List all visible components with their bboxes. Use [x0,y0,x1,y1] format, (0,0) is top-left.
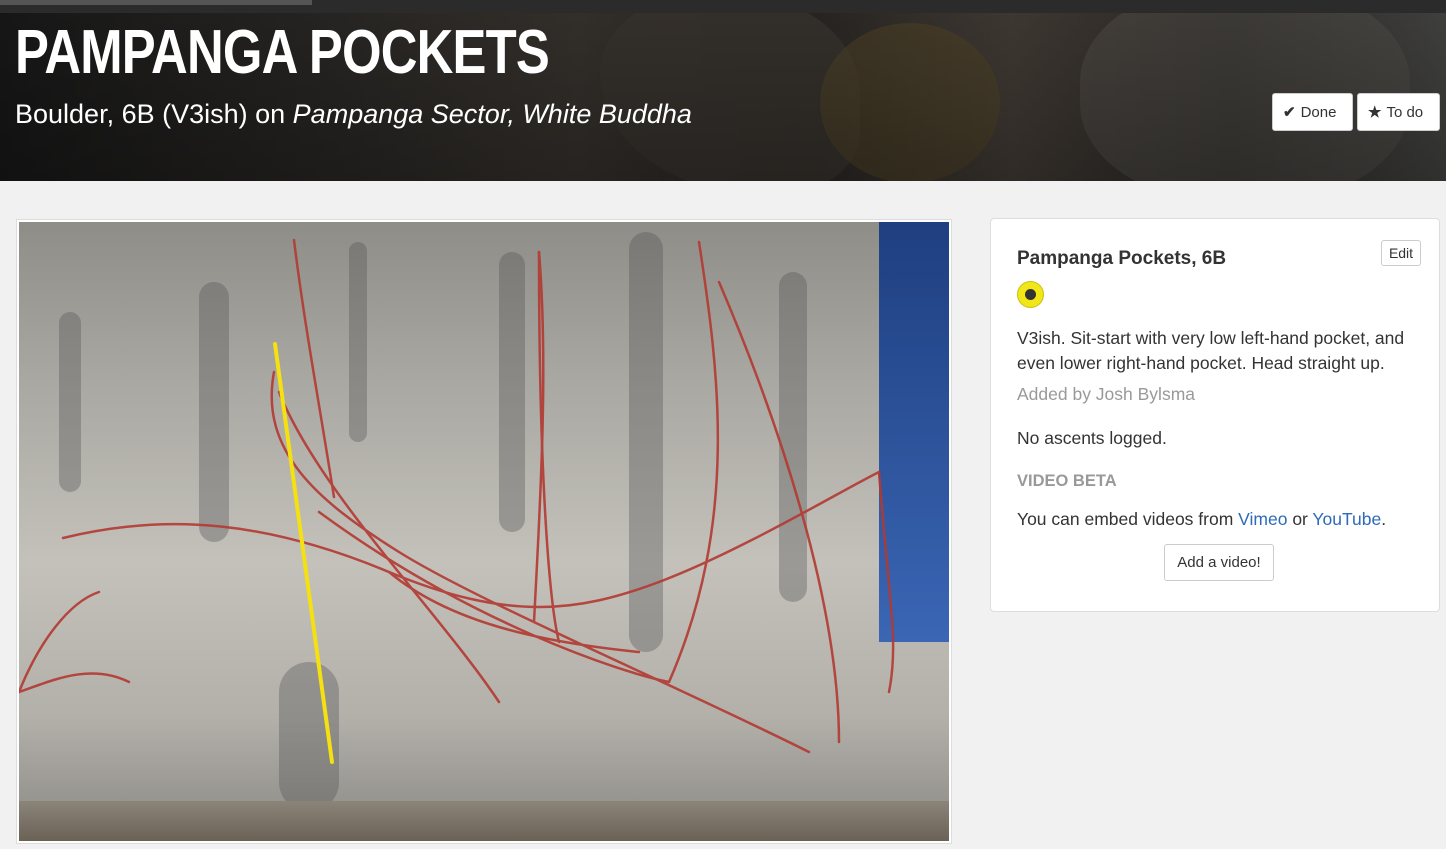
browser-tab [0,0,312,5]
hero-header: PAMPANGA POCKETS Boulder, 6B (V3ish) on … [0,13,1446,181]
page-title: PAMPANGA POCKETS [15,18,550,87]
topo-photo[interactable] [19,222,949,841]
subtitle-location-link[interactable]: Pampanga Sector, White Buddha [293,99,692,129]
vimeo-link[interactable]: Vimeo [1238,509,1287,529]
done-button-label: Done [1300,103,1337,121]
embed-or: or [1287,509,1313,529]
route-line [717,280,841,744]
route-info-card: Pampanga Pockets, 6B Edit V3ish. Sit-sta… [990,218,1440,612]
browser-top-strip [0,0,1446,13]
embed-suffix: . [1381,509,1387,529]
highlighted-route-line [273,342,334,764]
route-line [877,470,895,694]
add-video-button[interactable]: Add a video! [1164,544,1274,581]
done-button[interactable]: ✔ Done [1272,93,1353,131]
edit-button[interactable]: Edit [1381,240,1421,266]
topo-photo-card [16,219,952,844]
route-line [19,590,101,694]
todo-button[interactable]: ★ To do [1357,93,1440,131]
star-icon: ★ [1368,104,1382,121]
subtitle-prefix: Boulder, 6B (V3ish) on [15,99,293,129]
route-lines [19,238,895,764]
todo-button-label: To do [1386,103,1424,121]
check-icon: ✔ [1283,104,1296,121]
route-name: Pampanga Pockets, 6B [1017,248,1227,269]
ascents-status: No ascents logged. [1017,428,1167,448]
youtube-link[interactable]: YouTube [1312,509,1381,529]
embed-videos-text: You can embed videos from Vimeo or YouTu… [1017,509,1386,530]
route-line [667,240,720,684]
route-description: V3ish. Sit-start with very low left-hand… [1017,328,1405,373]
page-subtitle: Boulder, 6B (V3ish) on Pampanga Sector, … [15,99,692,130]
route-line [61,470,881,609]
video-beta-heading: VIDEO BETA [1017,472,1117,490]
added-by: Added by Josh Bylsma [1017,384,1196,404]
route-line [19,672,131,694]
grade-dot-icon [1017,281,1044,308]
embed-prefix: You can embed videos from [1017,509,1239,529]
